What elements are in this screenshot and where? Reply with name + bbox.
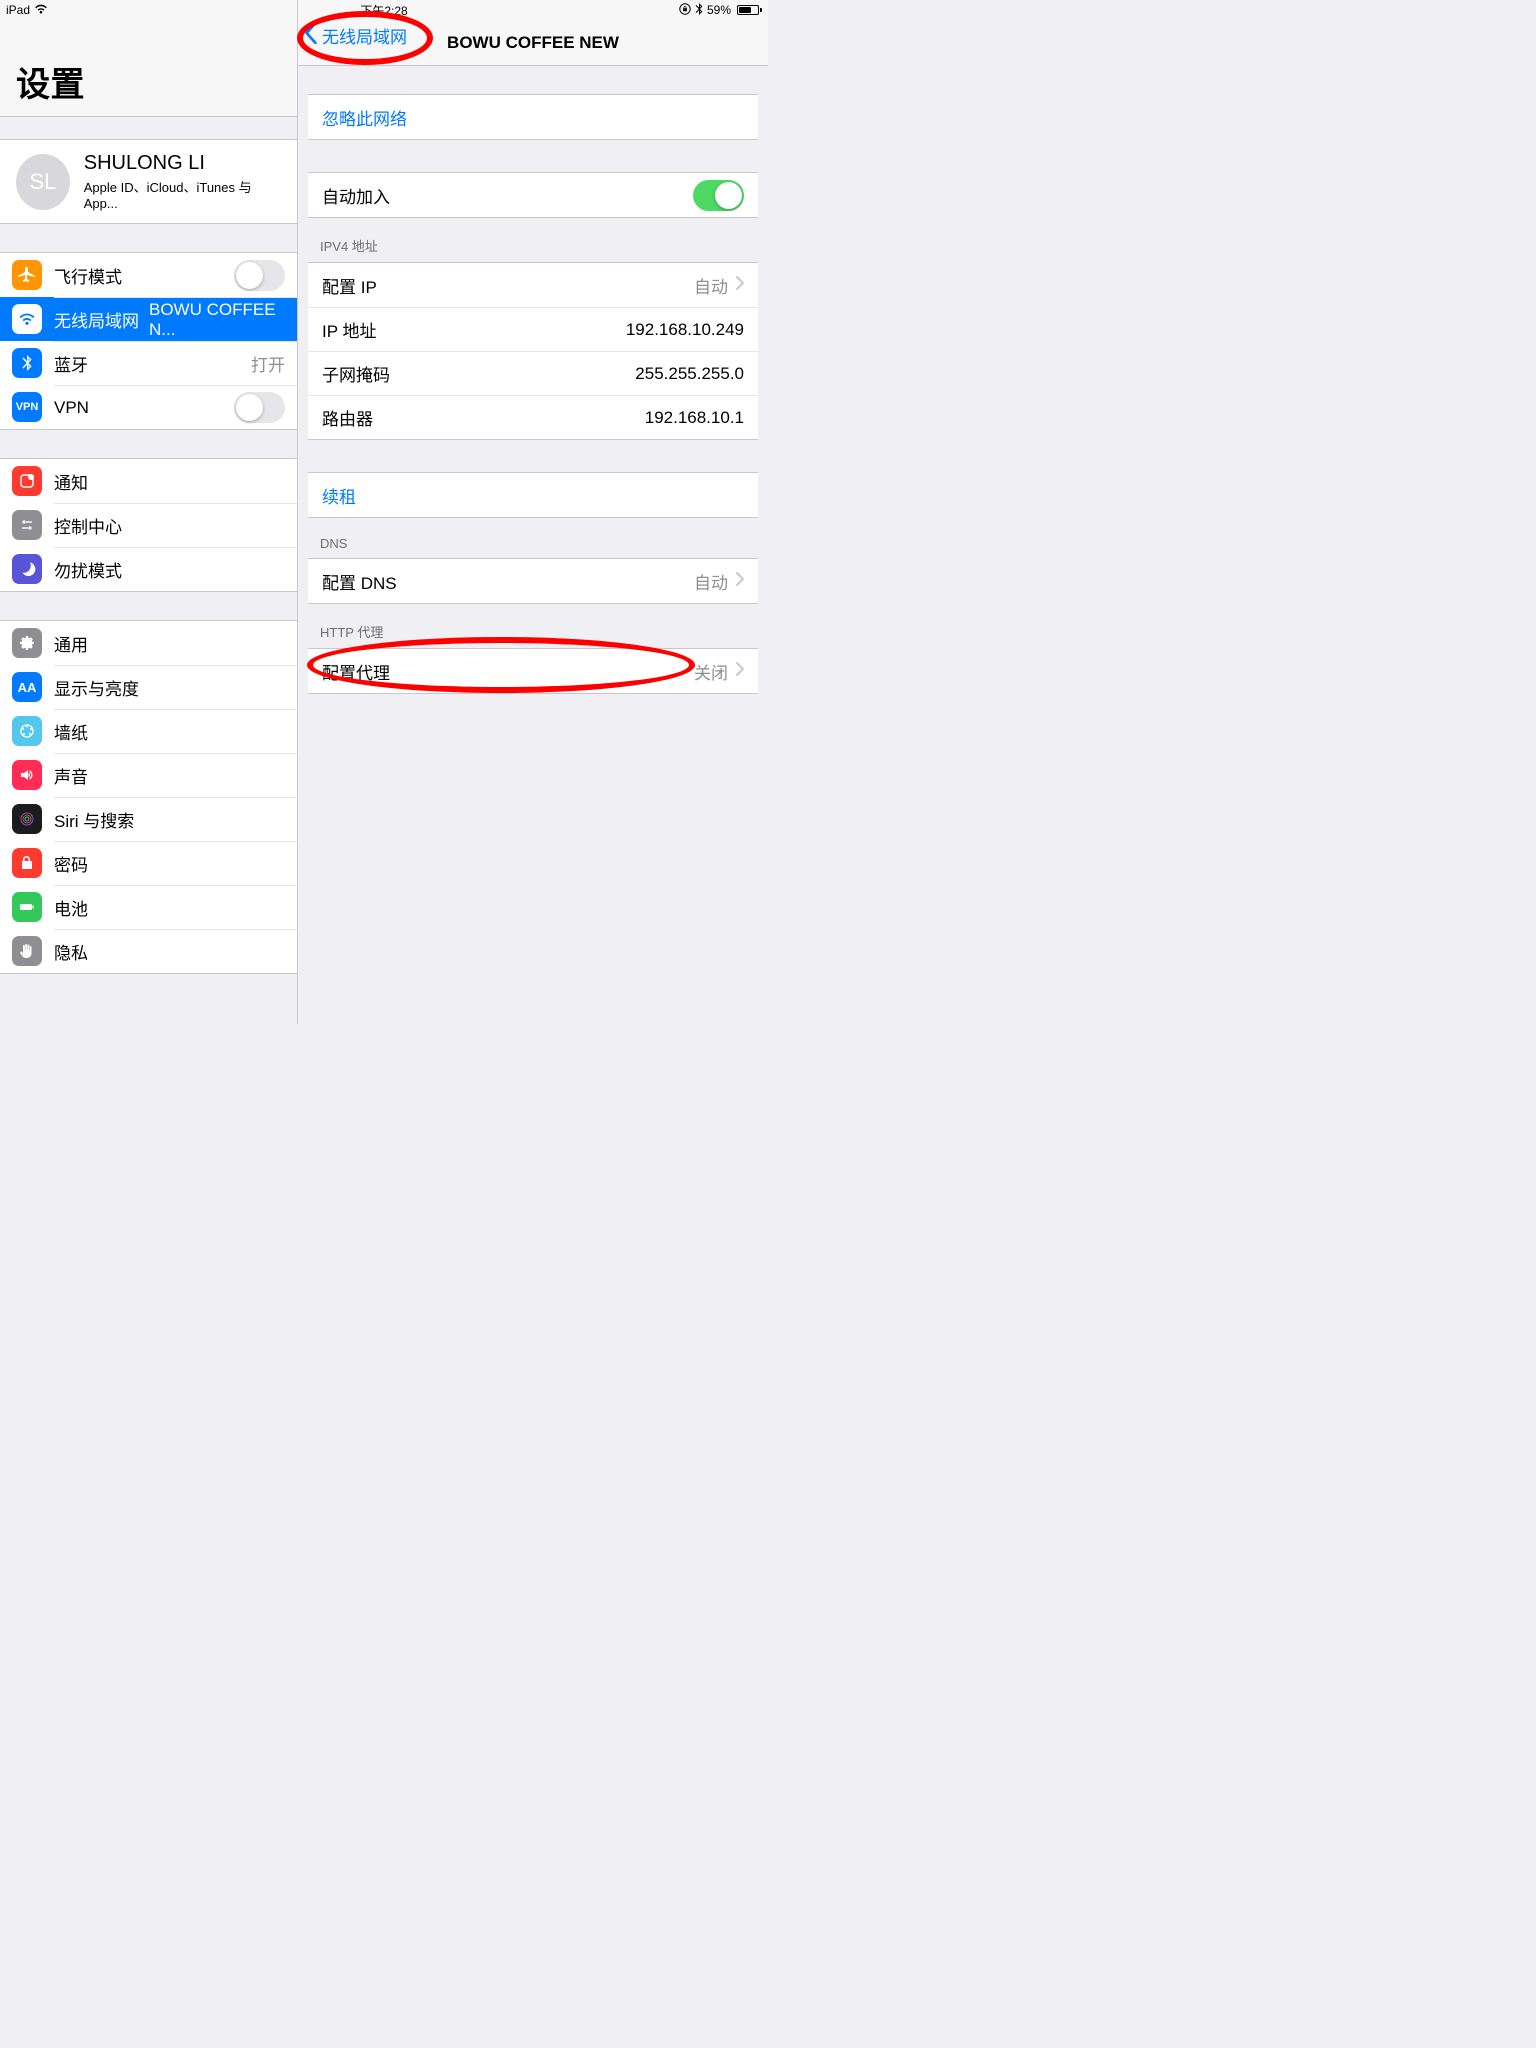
settings-sidebar: 设置 SL SHULONG LI Apple ID、iCloud、iTunes … bbox=[0, 0, 298, 1024]
airplane-icon bbox=[12, 260, 42, 290]
settings-title: 设置 bbox=[16, 57, 85, 106]
forget-network-row[interactable]: 忽略此网络 bbox=[308, 95, 758, 139]
wifi-icon bbox=[12, 304, 42, 334]
control-center-icon bbox=[12, 510, 42, 540]
sidebar-item-dnd[interactable]: 勿扰模式 bbox=[0, 547, 297, 591]
sidebar-item-privacy[interactable]: 隐私 bbox=[0, 929, 297, 973]
wifi-value: BOWU COFFEE N... bbox=[149, 300, 285, 340]
account-row[interactable]: SL SHULONG LI Apple ID、iCloud、iTunes 与 A… bbox=[0, 139, 297, 224]
sidebar-item-notifications[interactable]: 通知 bbox=[0, 459, 297, 503]
configure-dns-row[interactable]: 配置 DNS 自动 bbox=[308, 559, 758, 603]
renew-lease-row[interactable]: 续租 bbox=[308, 473, 758, 517]
router-label: 路由器 bbox=[322, 405, 373, 430]
configure-dns-value: 自动 bbox=[694, 569, 728, 594]
ipv4-section-header: IPV4 地址 bbox=[298, 236, 768, 262]
vpn-toggle[interactable] bbox=[234, 392, 285, 423]
battery-menu-icon bbox=[12, 892, 42, 922]
bluetooth-label: 蓝牙 bbox=[54, 351, 88, 376]
display-label: 显示与亮度 bbox=[54, 675, 139, 700]
proxy-section-header: HTTP 代理 bbox=[298, 622, 768, 648]
general-icon bbox=[12, 628, 42, 658]
orientation-lock-icon bbox=[679, 3, 691, 18]
wallpaper-label: 墙纸 bbox=[54, 719, 88, 744]
configure-proxy-label: 配置代理 bbox=[322, 659, 390, 684]
sidebar-item-vpn[interactable]: VPN VPN bbox=[0, 385, 297, 429]
configure-ip-label: 配置 IP bbox=[322, 273, 377, 298]
configure-ip-value: 自动 bbox=[694, 273, 728, 298]
sidebar-item-siri[interactable]: Siri 与搜索 bbox=[0, 797, 297, 841]
chevron-right-icon bbox=[736, 571, 744, 591]
notifications-label: 通知 bbox=[54, 469, 88, 494]
dnd-label: 勿扰模式 bbox=[54, 557, 122, 582]
battery-icon bbox=[735, 5, 762, 15]
wallpaper-icon bbox=[12, 716, 42, 746]
passcode-icon bbox=[12, 848, 42, 878]
sound-label: 声音 bbox=[54, 763, 88, 788]
dnd-icon bbox=[12, 554, 42, 584]
wifi-label: 无线局域网 bbox=[54, 307, 139, 332]
auto-join-label: 自动加入 bbox=[322, 183, 390, 208]
battery-percent: 59% bbox=[707, 3, 731, 17]
back-label: 无线局域网 bbox=[322, 23, 407, 48]
sidebar-item-sound[interactable]: 声音 bbox=[0, 753, 297, 797]
detail-title: BOWU COFFEE NEW bbox=[447, 33, 619, 53]
chevron-right-icon bbox=[736, 661, 744, 681]
airplane-label: 飞行模式 bbox=[54, 263, 122, 288]
auto-join-toggle[interactable] bbox=[693, 180, 744, 211]
bluetooth-status-icon bbox=[695, 3, 703, 18]
siri-label: Siri 与搜索 bbox=[54, 807, 134, 832]
bluetooth-icon bbox=[12, 348, 42, 378]
general-label: 通用 bbox=[54, 631, 88, 656]
sidebar-item-wallpaper[interactable]: 墙纸 bbox=[0, 709, 297, 753]
subnet-label: 子网掩码 bbox=[322, 361, 390, 386]
ip-address-value: 192.168.10.249 bbox=[626, 320, 744, 340]
display-icon: AA bbox=[12, 672, 42, 702]
vpn-label: VPN bbox=[54, 398, 89, 418]
passcode-label: 密码 bbox=[54, 851, 88, 876]
chevron-right-icon bbox=[736, 275, 744, 295]
configure-dns-label: 配置 DNS bbox=[322, 569, 397, 594]
privacy-label: 隐私 bbox=[54, 939, 88, 964]
wifi-status-icon bbox=[34, 3, 48, 17]
account-subtitle: Apple ID、iCloud、iTunes 与 App... bbox=[84, 177, 281, 211]
router-value: 192.168.10.1 bbox=[645, 408, 744, 428]
siri-icon bbox=[12, 804, 42, 834]
chevron-left-icon bbox=[304, 22, 322, 49]
sidebar-item-display[interactable]: AA 显示与亮度 bbox=[0, 665, 297, 709]
configure-ip-row[interactable]: 配置 IP 自动 bbox=[308, 263, 758, 307]
subnet-row: 子网掩码 255.255.255.0 bbox=[308, 351, 758, 395]
sidebar-item-bluetooth[interactable]: 蓝牙 打开 bbox=[0, 341, 297, 385]
account-name: SHULONG LI bbox=[84, 152, 281, 175]
airplane-toggle[interactable] bbox=[234, 260, 285, 291]
sidebar-item-control-center[interactable]: 控制中心 bbox=[0, 503, 297, 547]
forget-network-label: 忽略此网络 bbox=[322, 105, 407, 130]
sidebar-item-airplane[interactable]: 飞行模式 bbox=[0, 253, 297, 297]
configure-proxy-value: 关闭 bbox=[694, 659, 728, 684]
sidebar-item-general[interactable]: 通用 bbox=[0, 621, 297, 665]
device-label: iPad bbox=[6, 3, 30, 17]
bluetooth-value: 打开 bbox=[251, 351, 285, 376]
subnet-value: 255.255.255.0 bbox=[635, 364, 744, 384]
sidebar-item-battery[interactable]: 电池 bbox=[0, 885, 297, 929]
status-bar: iPad 下午2:28 59% bbox=[0, 0, 768, 20]
auto-join-row[interactable]: 自动加入 bbox=[308, 173, 758, 217]
privacy-icon bbox=[12, 936, 42, 966]
detail-pane: 无线局域网 BOWU COFFEE NEW 忽略此网络 自动加入 IPV4 地址… bbox=[298, 0, 768, 1024]
battery-label: 电池 bbox=[54, 895, 88, 920]
control-center-label: 控制中心 bbox=[54, 513, 122, 538]
sidebar-item-wifi[interactable]: 无线局域网 BOWU COFFEE N... bbox=[0, 297, 297, 341]
ip-address-label: IP 地址 bbox=[322, 317, 376, 342]
dns-section-header: DNS bbox=[298, 536, 768, 558]
back-button[interactable]: 无线局域网 bbox=[304, 22, 407, 49]
renew-lease-label: 续租 bbox=[322, 483, 356, 508]
vpn-icon: VPN bbox=[12, 392, 42, 422]
router-row: 路由器 192.168.10.1 bbox=[308, 395, 758, 439]
sidebar-item-passcode[interactable]: 密码 bbox=[0, 841, 297, 885]
configure-proxy-row[interactable]: 配置代理 关闭 bbox=[308, 649, 758, 693]
sound-icon bbox=[12, 760, 42, 790]
notifications-icon bbox=[12, 466, 42, 496]
clock-label: 下午2:28 bbox=[360, 2, 407, 19]
avatar: SL bbox=[16, 154, 70, 210]
ip-address-row: IP 地址 192.168.10.249 bbox=[308, 307, 758, 351]
